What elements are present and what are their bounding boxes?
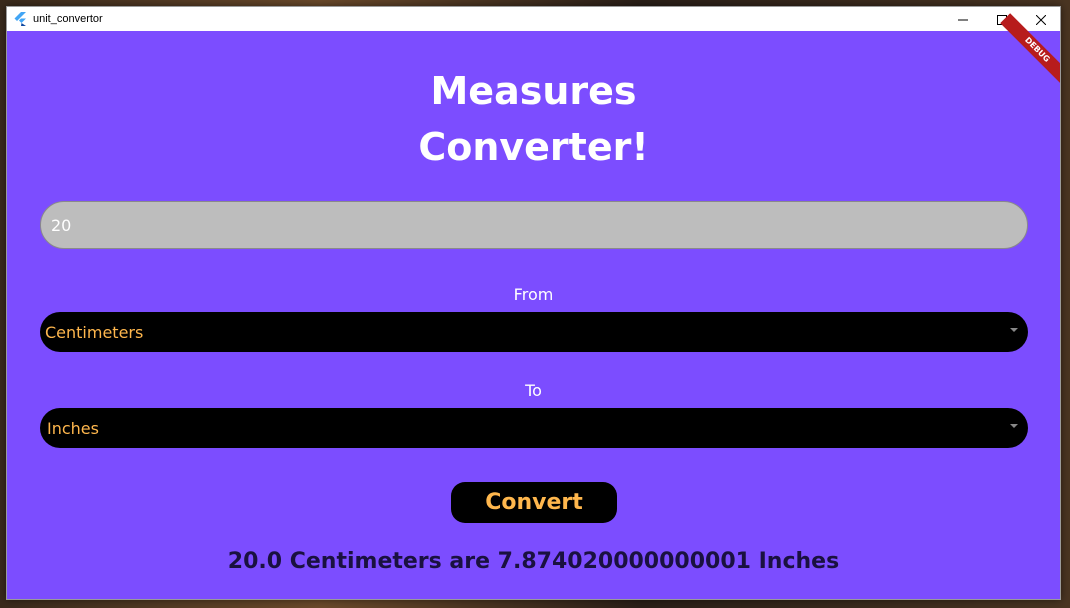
convert-button[interactable]: Convert <box>451 482 617 523</box>
page-title-line2: Converter! <box>418 125 649 169</box>
page-title-line1: Measures <box>430 69 637 113</box>
app-window: unit_convertor DEBUG Measures Converter!… <box>6 6 1061 600</box>
close-button[interactable] <box>1021 7 1060 31</box>
minimize-button[interactable] <box>943 7 982 31</box>
minimize-icon <box>957 10 968 29</box>
value-input[interactable] <box>40 201 1028 249</box>
result-text: 20.0 Centimeters are 7.874020000000001 I… <box>227 549 840 574</box>
title-bar[interactable]: unit_convertor <box>7 7 1060 31</box>
window-controls <box>943 7 1060 31</box>
to-unit-value: Inches <box>47 418 99 438</box>
dropdown-arrow-icon <box>1010 328 1018 332</box>
from-label: From <box>513 285 554 304</box>
dropdown-arrow-icon <box>1010 424 1018 428</box>
from-unit-value: Centimeters <box>45 322 144 342</box>
close-icon <box>1035 10 1046 29</box>
to-unit-dropdown[interactable]: Inches <box>40 408 1028 448</box>
page-title: Measures Converter! <box>7 63 1060 175</box>
window-title: unit_convertor <box>33 13 103 25</box>
flutter-icon <box>13 12 27 26</box>
app-content: DEBUG Measures Converter! From Centimete… <box>7 13 1060 599</box>
from-unit-dropdown[interactable]: Centimeters <box>40 312 1028 352</box>
to-label: To <box>525 381 542 400</box>
